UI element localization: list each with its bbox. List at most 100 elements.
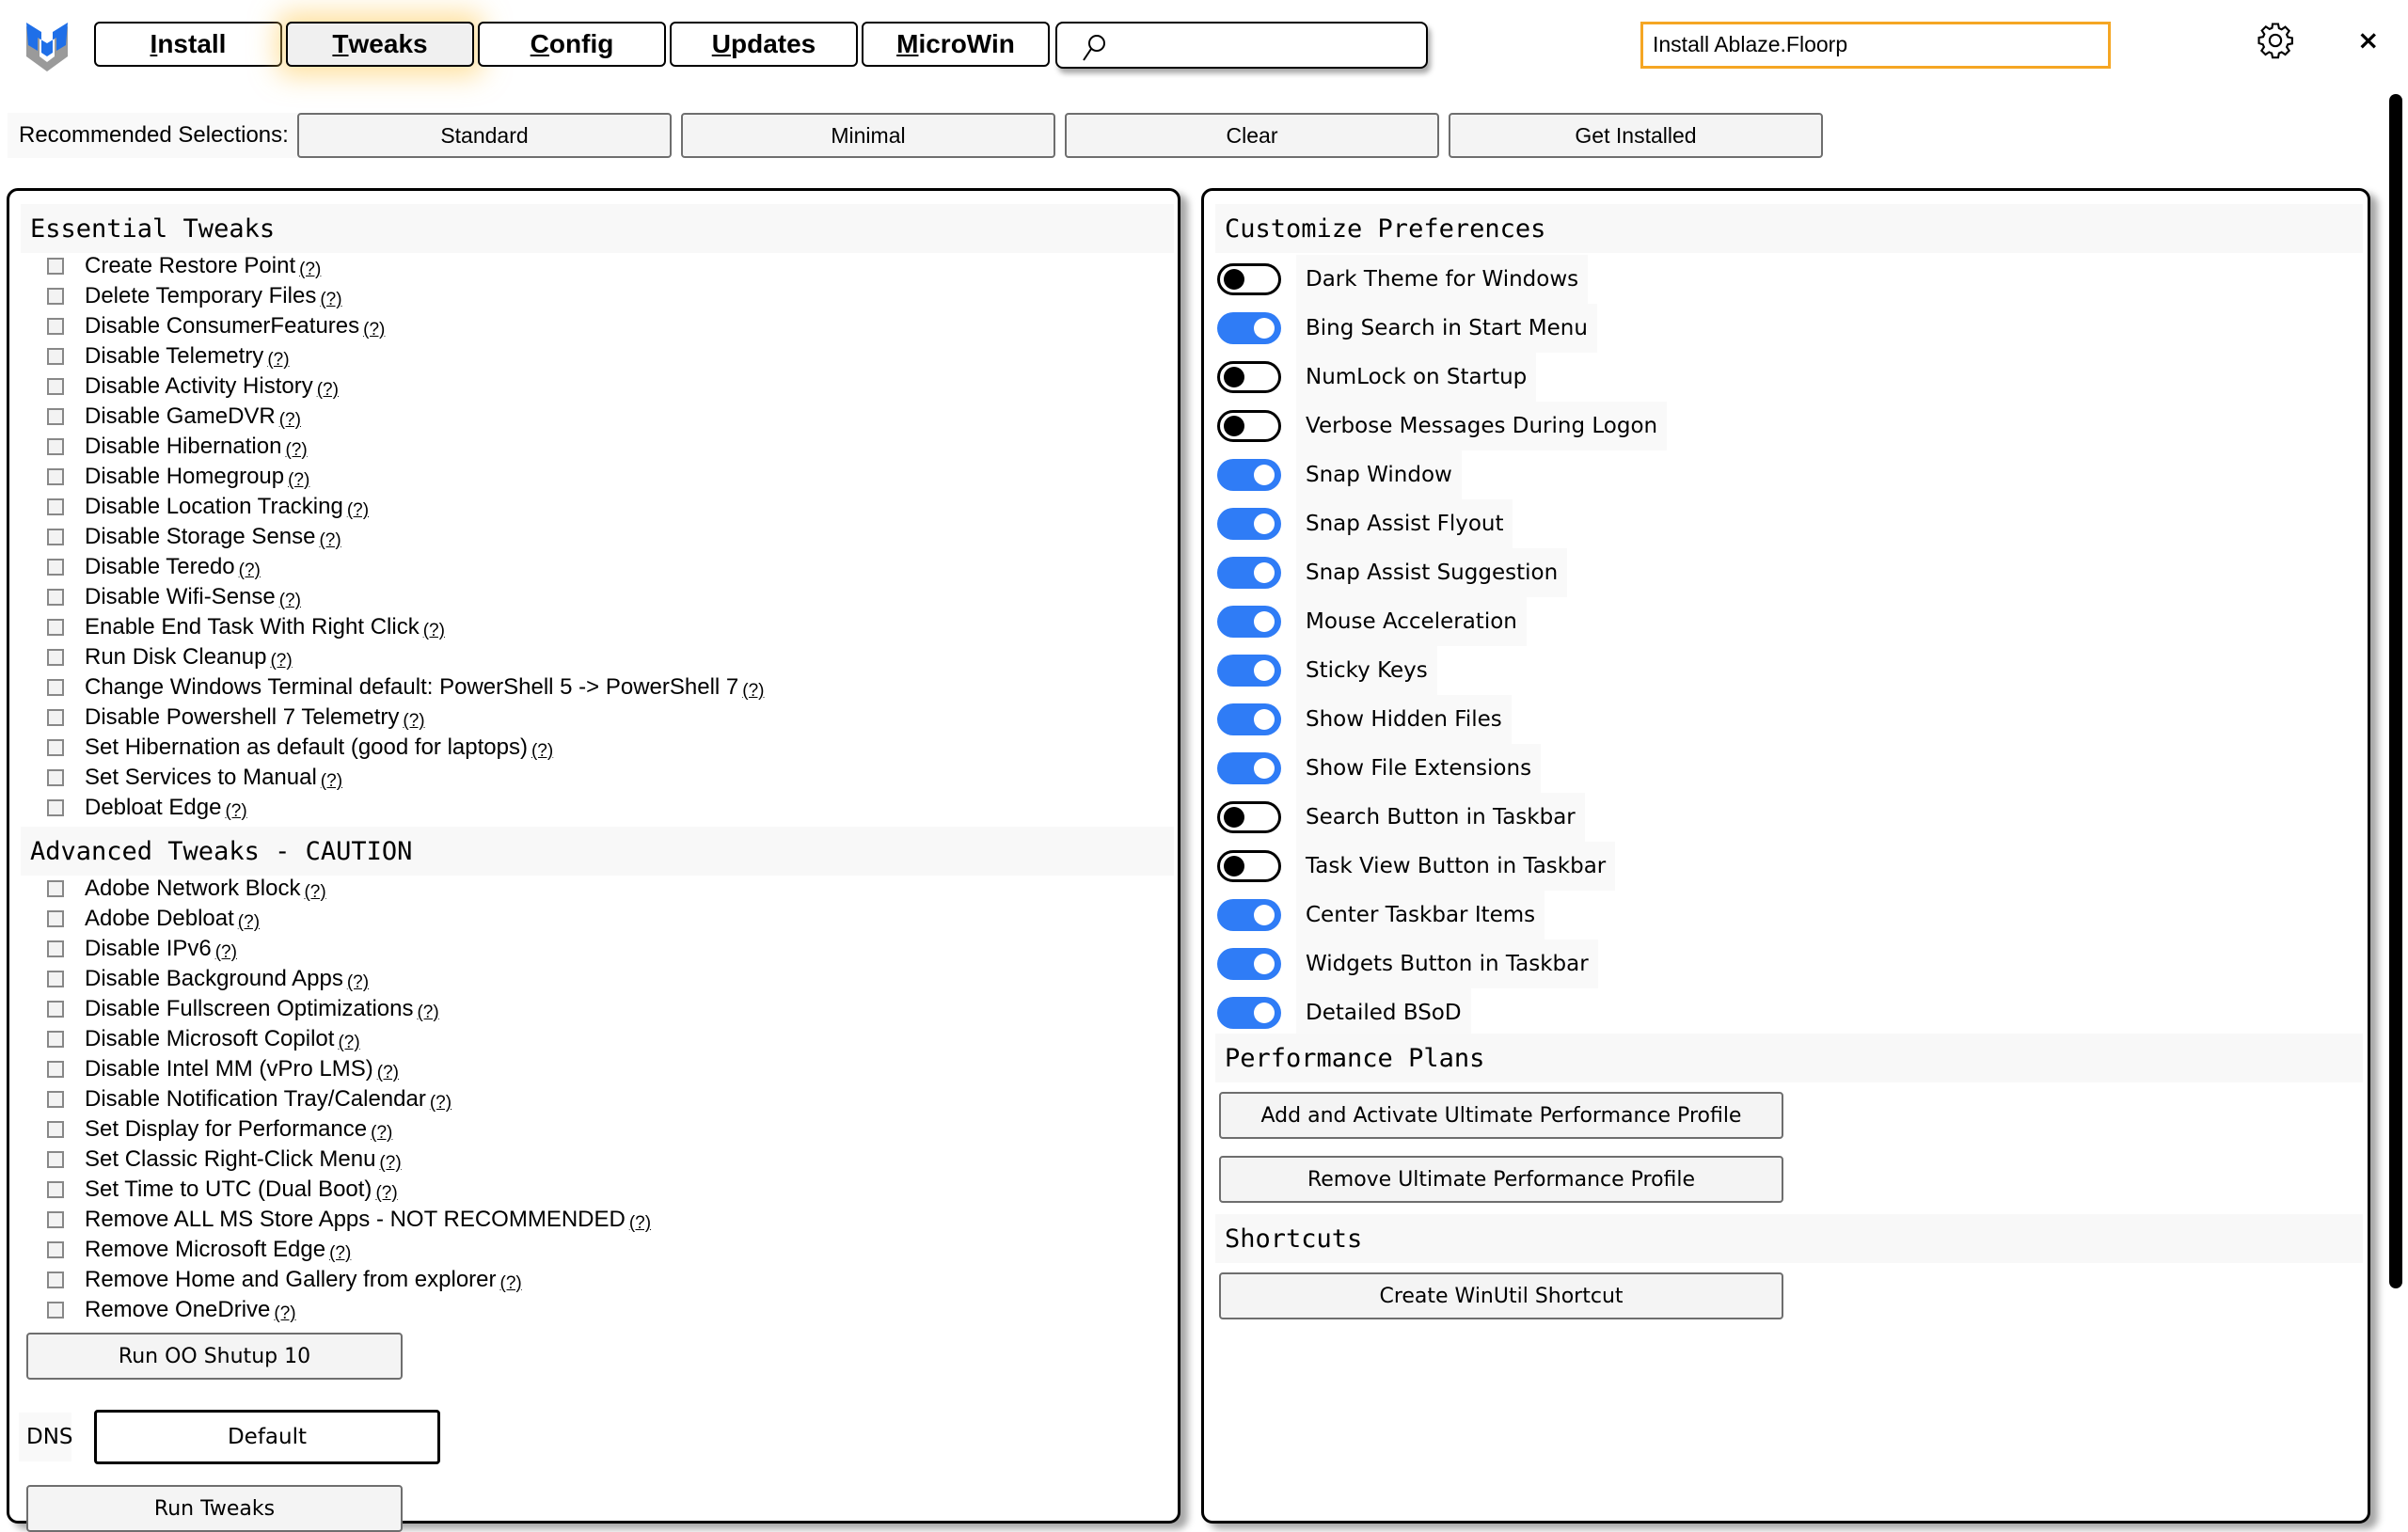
tweak-checkbox[interactable] bbox=[47, 318, 64, 335]
tweak-checkbox[interactable] bbox=[47, 1271, 64, 1288]
tweak-checkbox[interactable] bbox=[47, 739, 64, 756]
tweak-item[interactable]: Disable Microsoft Copilot (?) bbox=[47, 1024, 651, 1054]
tweak-item[interactable]: Disable GameDVR (?) bbox=[47, 402, 764, 432]
tweak-checkbox[interactable] bbox=[47, 1031, 64, 1048]
help-link[interactable]: (?) bbox=[347, 972, 369, 993]
help-link[interactable]: (?) bbox=[215, 942, 237, 963]
tweak-item[interactable]: Disable IPv6 (?) bbox=[47, 934, 651, 964]
tweak-checkbox[interactable] bbox=[47, 559, 64, 576]
tweak-checkbox[interactable] bbox=[47, 769, 64, 786]
tweak-item[interactable]: Disable Location Tracking (?) bbox=[47, 492, 764, 522]
preference-toggle[interactable] bbox=[1217, 263, 1281, 295]
help-link[interactable]: (?) bbox=[285, 440, 307, 461]
create-winutil-shortcut-button[interactable]: Create WinUtil Shortcut bbox=[1219, 1272, 1783, 1319]
help-link[interactable]: (?) bbox=[338, 1033, 359, 1053]
tweak-item[interactable]: Run Disk Cleanup (?) bbox=[47, 642, 764, 672]
preference-toggle[interactable] bbox=[1217, 361, 1281, 393]
minimal-button[interactable]: Minimal bbox=[681, 113, 1055, 158]
preference-toggle[interactable] bbox=[1217, 606, 1281, 638]
tweak-checkbox[interactable] bbox=[47, 1061, 64, 1078]
help-link[interactable]: (?) bbox=[377, 1063, 399, 1083]
help-link[interactable]: (?) bbox=[270, 651, 292, 671]
tweak-item[interactable]: Delete Temporary Files (?) bbox=[47, 281, 764, 311]
tweak-checkbox[interactable] bbox=[47, 498, 64, 515]
help-link[interactable]: (?) bbox=[320, 290, 341, 310]
preference-toggle[interactable] bbox=[1217, 752, 1281, 784]
help-link[interactable]: (?) bbox=[317, 380, 339, 401]
help-link[interactable]: (?) bbox=[321, 771, 342, 792]
tweak-checkbox[interactable] bbox=[47, 880, 64, 897]
help-link[interactable]: (?) bbox=[304, 882, 325, 903]
help-link[interactable]: (?) bbox=[423, 621, 445, 641]
preference-toggle[interactable] bbox=[1217, 703, 1281, 735]
tweak-checkbox[interactable] bbox=[47, 1302, 64, 1319]
help-link[interactable]: (?) bbox=[319, 530, 341, 551]
help-link[interactable]: (?) bbox=[363, 320, 385, 340]
preference-toggle[interactable] bbox=[1217, 850, 1281, 882]
preference-toggle[interactable] bbox=[1217, 410, 1281, 442]
tweak-checkbox[interactable] bbox=[47, 910, 64, 927]
tweak-item[interactable]: Adobe Network Block (?) bbox=[47, 874, 651, 904]
standard-button[interactable]: Standard bbox=[297, 113, 672, 158]
help-link[interactable]: (?) bbox=[531, 741, 553, 762]
tweak-item[interactable]: Remove OneDrive (?) bbox=[47, 1295, 651, 1325]
tweak-item[interactable]: Disable Powershell 7 Telemetry (?) bbox=[47, 703, 764, 733]
dns-select[interactable]: Default bbox=[94, 1410, 440, 1464]
tweak-item[interactable]: Remove ALL MS Store Apps - NOT RECOMMEND… bbox=[47, 1205, 651, 1235]
remove-ultimate-performance-button[interactable]: Remove Ultimate Performance Profile bbox=[1219, 1156, 1783, 1203]
tweak-checkbox[interactable] bbox=[47, 971, 64, 987]
tweak-item[interactable]: Disable Hibernation (?) bbox=[47, 432, 764, 462]
tweak-checkbox[interactable] bbox=[47, 1091, 64, 1108]
tweak-item[interactable]: Set Classic Right-Click Menu (?) bbox=[47, 1145, 651, 1175]
preference-toggle[interactable] bbox=[1217, 655, 1281, 687]
help-link[interactable]: (?) bbox=[500, 1273, 522, 1294]
preference-toggle[interactable] bbox=[1217, 557, 1281, 589]
tweak-checkbox[interactable] bbox=[47, 589, 64, 606]
tweak-checkbox[interactable] bbox=[47, 1181, 64, 1198]
help-link[interactable]: (?) bbox=[329, 1243, 351, 1264]
help-link[interactable]: (?) bbox=[417, 1003, 438, 1023]
tweak-item[interactable]: Set Services to Manual (?) bbox=[47, 763, 764, 793]
tweak-checkbox[interactable] bbox=[47, 1241, 64, 1258]
tweak-item[interactable]: Change Windows Terminal default: PowerSh… bbox=[47, 672, 764, 703]
gear-icon[interactable] bbox=[2256, 21, 2295, 60]
help-link[interactable]: (?) bbox=[288, 470, 309, 491]
tweak-item[interactable]: Remove Home and Gallery from explorer (?) bbox=[47, 1265, 651, 1295]
help-link[interactable]: (?) bbox=[279, 591, 301, 611]
tweak-item[interactable]: Disable Fullscreen Optimizations (?) bbox=[47, 994, 651, 1024]
tweak-item[interactable]: Set Display for Performance (?) bbox=[47, 1114, 651, 1145]
preference-toggle[interactable] bbox=[1217, 997, 1281, 1029]
scrollbar[interactable] bbox=[2389, 94, 2402, 1288]
help-link[interactable]: (?) bbox=[225, 801, 246, 822]
search-box[interactable] bbox=[1055, 22, 1428, 69]
run-tweaks-button[interactable]: Run Tweaks bbox=[26, 1485, 403, 1532]
tweak-item[interactable]: Disable Storage Sense (?) bbox=[47, 522, 764, 552]
tweak-checkbox[interactable] bbox=[47, 679, 64, 696]
tweak-checkbox[interactable] bbox=[47, 940, 64, 957]
tweak-item[interactable]: Disable ConsumerFeatures (?) bbox=[47, 311, 764, 341]
tweak-item[interactable]: Debloat Edge (?) bbox=[47, 793, 764, 823]
help-link[interactable]: (?) bbox=[371, 1123, 392, 1144]
tweak-checkbox[interactable] bbox=[47, 649, 64, 666]
tweak-item[interactable]: Create Restore Point (?) bbox=[47, 251, 764, 281]
preference-toggle[interactable] bbox=[1217, 459, 1281, 491]
tweak-item[interactable]: Disable Activity History (?) bbox=[47, 371, 764, 402]
preference-toggle[interactable] bbox=[1217, 948, 1281, 980]
tweak-checkbox[interactable] bbox=[47, 408, 64, 425]
tweak-item[interactable]: Set Hibernation as default (good for lap… bbox=[47, 733, 764, 763]
tweak-item[interactable]: Disable Homegroup (?) bbox=[47, 462, 764, 492]
help-link[interactable]: (?) bbox=[279, 410, 301, 431]
help-link[interactable]: (?) bbox=[274, 1303, 295, 1324]
preference-toggle[interactable] bbox=[1217, 508, 1281, 540]
tweak-checkbox[interactable] bbox=[47, 288, 64, 305]
preference-toggle[interactable] bbox=[1217, 312, 1281, 344]
tweak-checkbox[interactable] bbox=[47, 529, 64, 545]
add-ultimate-performance-button[interactable]: Add and Activate Ultimate Performance Pr… bbox=[1219, 1092, 1783, 1139]
tweak-item[interactable]: Enable End Task With Right Click (?) bbox=[47, 612, 764, 642]
help-link[interactable]: (?) bbox=[239, 561, 261, 581]
tweak-checkbox[interactable] bbox=[47, 1151, 64, 1168]
help-link[interactable]: (?) bbox=[430, 1093, 452, 1113]
tweak-checkbox[interactable] bbox=[47, 1001, 64, 1018]
tweak-checkbox[interactable] bbox=[47, 348, 64, 365]
get-installed-button[interactable]: Get Installed bbox=[1449, 113, 1823, 158]
